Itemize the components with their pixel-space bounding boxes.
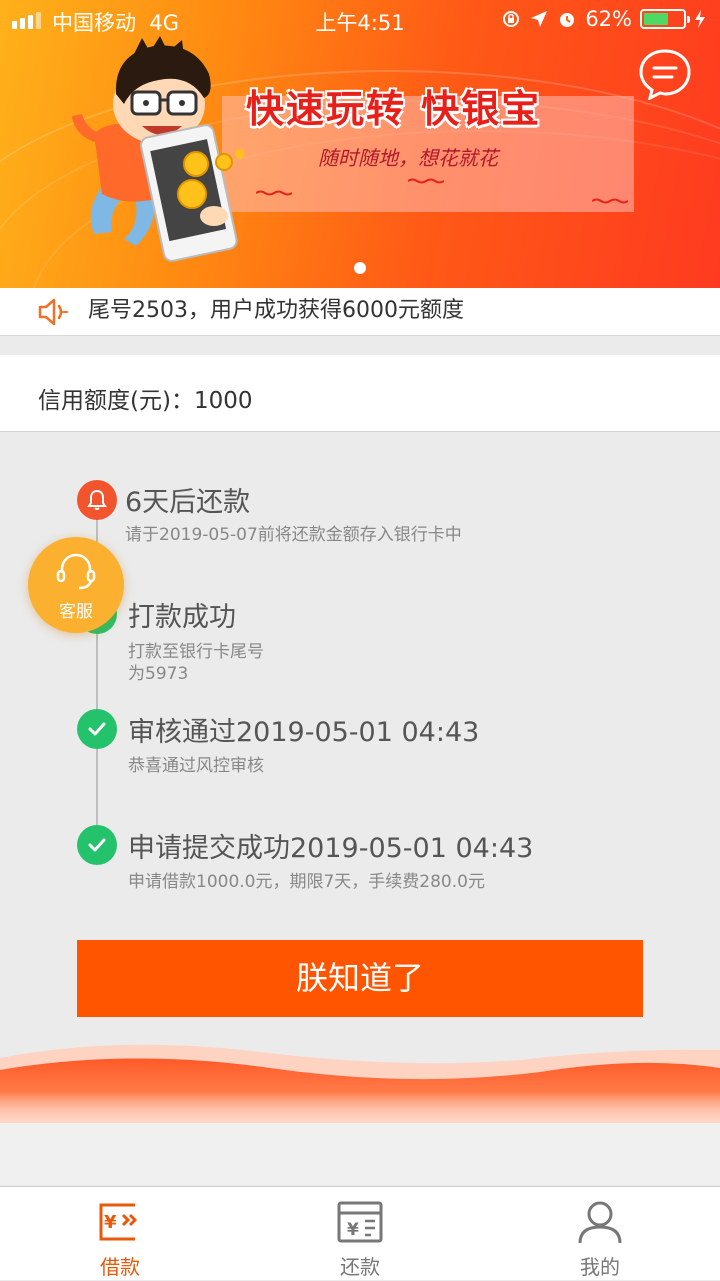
tab-repay-label: 还款 (340, 1255, 380, 1279)
customer-service-button[interactable]: 客服 (28, 537, 124, 633)
timeline-step-icon (77, 480, 117, 520)
footer-spacer (0, 1123, 720, 1185)
banner-title: 快速玩转 快银宝 (246, 87, 542, 131)
check-icon (88, 838, 106, 852)
svg-text:¥: ¥ (104, 1212, 117, 1233)
battery-icon (640, 9, 690, 29)
loan-icon: ¥ (99, 1203, 138, 1241)
credit-limit-row: 信用额度(元)：1000 (0, 355, 720, 432)
tab-profile[interactable]: 我的 (480, 1187, 720, 1281)
tab-repay[interactable]: ¥ 还款 (240, 1187, 480, 1281)
decoration-wave (256, 190, 292, 196)
decoration-wave (592, 198, 628, 204)
svg-text:¥: ¥ (347, 1220, 359, 1240)
bell-icon (87, 489, 107, 510)
repay-icon: ¥ (337, 1201, 383, 1243)
confirm-button[interactable]: 朕知道了 (77, 940, 643, 1017)
battery-percent: 62% (585, 7, 632, 31)
banner-carousel[interactable]: 中国移动 4G 上午4:51 62% 快速玩转 快银宝 随时随地，想花就花 (0, 0, 720, 290)
announcement-text: 尾号2503，用户成功获得6000元额度 (88, 298, 464, 323)
headset-icon (56, 553, 96, 590)
decoration-wave (408, 178, 444, 184)
credit-limit-text: 信用额度(元)：1000 (38, 388, 253, 414)
customer-service-label: 客服 (59, 602, 93, 622)
timeline-step-desc: 申请借款1000.0元，期限7天，手续费280.0元 (128, 872, 485, 892)
timeline-step-desc-2: 为5973 (128, 664, 189, 684)
decoration-wave-footer (0, 1044, 720, 1125)
speaker-icon (38, 298, 68, 326)
timeline-step-desc: 恭喜通过风控审核 (128, 756, 264, 776)
timeline-step-title: 审核通过2019-05-01 04:43 (128, 717, 480, 748)
user-icon (578, 1201, 622, 1244)
bottom-tab-bar: ¥ 借款 ¥ 还款 我的 (0, 1186, 720, 1280)
chat-bubble-icon[interactable] (638, 48, 692, 100)
timeline-step-icon (77, 825, 117, 865)
tab-profile-label: 我的 (580, 1255, 620, 1279)
banner-subtitle: 随时随地，想花就花 (318, 146, 498, 170)
charging-icon (695, 10, 705, 28)
carousel-indicator[interactable] (354, 262, 366, 274)
timeline-step-desc: 请于2019-05-07前将还款金额存入银行卡中 (125, 525, 462, 545)
timeline-step-title: 6天后还款 (125, 487, 251, 518)
timeline-step-title: 打款成功 (128, 602, 236, 633)
location-icon (531, 11, 548, 27)
timeline-step-icon (77, 709, 117, 749)
announcement-bar: 尾号2503，用户成功获得6000元额度 (0, 288, 720, 336)
timeline-step-title: 申请提交成功2019-05-01 04:43 (128, 833, 534, 864)
mascot-illustration (72, 36, 244, 262)
timeline-step-desc: 打款至银行卡尾号 (128, 642, 264, 662)
alarm-icon (560, 13, 575, 27)
rotation-lock-icon (503, 11, 520, 27)
tab-loan-label: 借款 (100, 1255, 140, 1279)
tab-loan[interactable]: ¥ 借款 (0, 1187, 240, 1281)
check-icon (88, 722, 106, 736)
